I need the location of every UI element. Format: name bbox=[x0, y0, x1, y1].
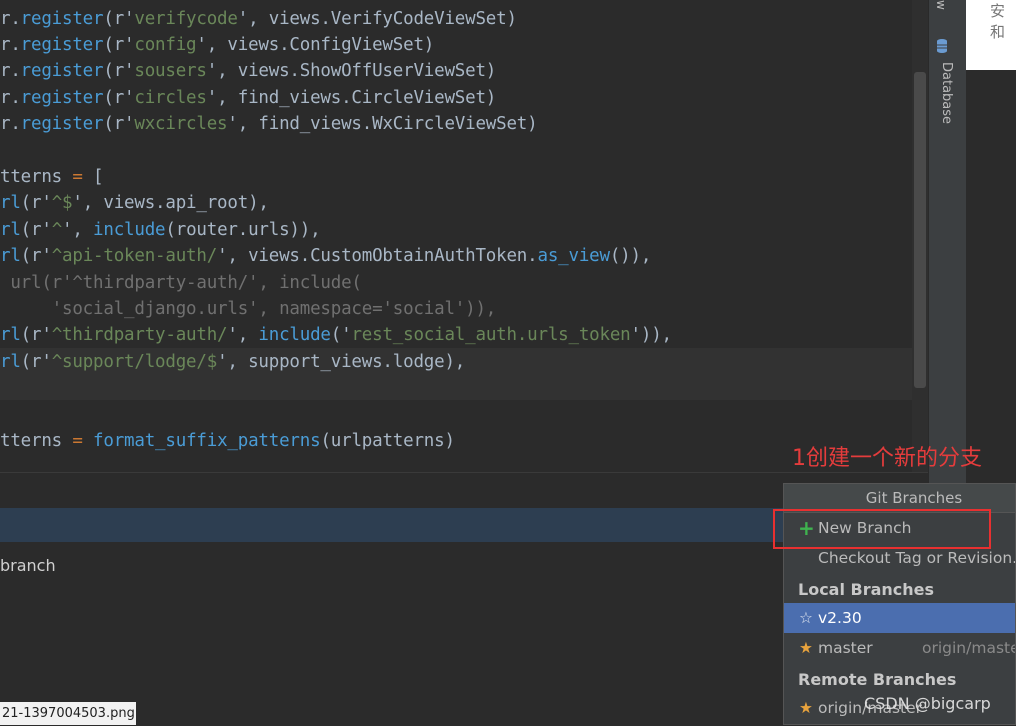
code-token: circles bbox=[134, 88, 207, 108]
code-token: verifycode bbox=[134, 9, 238, 29]
code-token: ^support/lodge/$ bbox=[51, 352, 218, 372]
code-token: (r' bbox=[20, 193, 52, 213]
code-line: url(r'^thirdparty-auth/', include( bbox=[0, 270, 362, 296]
code-token: url(r'^thirdparty-auth/', include( bbox=[0, 273, 362, 293]
code-line: rl(r'^thirdparty-auth/', include('rest_s… bbox=[0, 322, 672, 348]
code-token: (r' bbox=[103, 9, 135, 29]
external-window-text: 安和 bbox=[990, 2, 1006, 41]
code-token: [ bbox=[82, 167, 104, 187]
code-token: (urlpatterns) bbox=[320, 431, 455, 451]
code-editor[interactable]: r.register(r'verifycode', views.VerifyCo… bbox=[0, 0, 928, 472]
code-token: ', support_views.lodge), bbox=[217, 352, 466, 372]
database-icon bbox=[937, 39, 947, 53]
code-token: ', views.VerifyCodeViewSet) bbox=[237, 9, 517, 29]
code-line: rl(r'^$', views.api_root), bbox=[0, 190, 269, 216]
code-token: tterns bbox=[0, 167, 73, 187]
branch-name: v2.30 bbox=[818, 609, 862, 627]
code-token: register bbox=[20, 35, 104, 55]
star-icon: ★ bbox=[799, 699, 813, 717]
code-token: r. bbox=[0, 61, 21, 81]
code-token: ', bbox=[227, 325, 259, 345]
code-token: rest_social_auth.urls_token bbox=[351, 325, 631, 345]
code-token: 'social_django.urls', namespace='social'… bbox=[0, 299, 497, 319]
branch-item-v2-30[interactable]: ☆ v2.30 bbox=[784, 603, 1015, 633]
code-token: r. bbox=[0, 114, 21, 134]
code-token: (r' bbox=[20, 352, 52, 372]
code-token: (r' bbox=[103, 61, 135, 81]
code-token: rl bbox=[0, 246, 21, 266]
code-token: (r' bbox=[20, 246, 52, 266]
code-token: ', find_views.CircleViewSet) bbox=[206, 88, 497, 108]
code-line: r.register(r'wxcircles', find_views.WxCi… bbox=[0, 111, 538, 137]
remote-branches-header: Remote Branches bbox=[798, 670, 957, 689]
code-token: ^thirdparty-auth/ bbox=[51, 325, 228, 345]
star-outline-icon: ☆ bbox=[799, 609, 813, 627]
status-filename: 21-1397004503.png bbox=[0, 702, 136, 725]
database-tab[interactable]: Database bbox=[930, 62, 954, 142]
code-token: r. bbox=[0, 35, 21, 55]
code-token: ')), bbox=[630, 325, 673, 345]
code-token: include bbox=[93, 220, 166, 240]
code-token: ()), bbox=[609, 246, 652, 266]
local-branches-header: Local Branches bbox=[798, 580, 935, 599]
code-token: rl bbox=[0, 193, 21, 213]
watermark: CSDN @bigcarp bbox=[864, 694, 991, 713]
code-token: register bbox=[20, 9, 104, 29]
code-token: register bbox=[20, 61, 104, 81]
branch-text: branch bbox=[0, 556, 56, 575]
code-token: ', views.CustomObtainAuthToken. bbox=[217, 246, 538, 266]
code-token: (router.urls)), bbox=[165, 220, 321, 240]
code-token: (r' bbox=[103, 88, 135, 108]
code-token: rl bbox=[0, 352, 21, 372]
star-icon: ★ bbox=[799, 639, 813, 657]
code-token: (r' bbox=[103, 114, 135, 134]
code-token: = bbox=[72, 167, 83, 187]
code-token: ', views.api_root), bbox=[72, 193, 269, 213]
code-token: ', find_views.WxCircleViewSet) bbox=[227, 114, 538, 134]
code-token: ^$ bbox=[51, 193, 73, 213]
code-token: ^ bbox=[51, 220, 63, 240]
code-token: (' bbox=[330, 325, 352, 345]
code-token: = bbox=[72, 431, 83, 451]
code-token: sousers bbox=[134, 61, 207, 81]
code-token: rl bbox=[0, 325, 21, 345]
code-line: r.register(r'sousers', views.ShowOffUser… bbox=[0, 58, 496, 84]
branch-tracking: origin/master bbox=[922, 639, 1016, 657]
annotation-highlight-box bbox=[773, 509, 991, 549]
tool-window-label[interactable]: w bbox=[934, 0, 948, 10]
code-line: tterns = format_suffix_patterns(urlpatte… bbox=[0, 428, 455, 454]
code-line: 'social_django.urls', namespace='social'… bbox=[0, 296, 497, 322]
code-token: config bbox=[134, 35, 197, 55]
code-token: r. bbox=[0, 9, 21, 29]
code-token: ', views.ShowOffUserViewSet) bbox=[206, 61, 497, 81]
code-line: rl(r'^', include(router.urls)), bbox=[0, 217, 321, 243]
code-token: rl bbox=[0, 220, 21, 240]
code-token: register bbox=[20, 114, 104, 134]
code-line: r.register(r'circles', find_views.Circle… bbox=[0, 85, 496, 111]
code-token: ', views.ConfigViewSet) bbox=[196, 35, 435, 55]
branch-item-master[interactable]: ★ master origin/master bbox=[784, 633, 1016, 663]
code-token: (r' bbox=[20, 325, 52, 345]
code-line: r.register(r'verifycode', views.VerifyCo… bbox=[0, 6, 517, 32]
editor-scrollbar[interactable] bbox=[914, 72, 926, 388]
branch-name: master bbox=[818, 639, 873, 657]
code-token: ', bbox=[62, 220, 94, 240]
code-token: as_view bbox=[537, 246, 610, 266]
code-token: format_suffix_patterns bbox=[93, 431, 321, 451]
code-line: rl(r'^support/lodge/$', support_views.lo… bbox=[0, 349, 465, 375]
annotation-label: 1创建一个新的分支 bbox=[792, 446, 982, 471]
code-token: include bbox=[258, 325, 331, 345]
code-token: (r' bbox=[20, 220, 52, 240]
code-token: wxcircles bbox=[134, 114, 228, 134]
code-line: tterns = [ bbox=[0, 164, 104, 190]
code-token: ^api-token-auth/ bbox=[51, 246, 218, 266]
code-line: r.register(r'config', views.ConfigViewSe… bbox=[0, 32, 434, 58]
code-token: register bbox=[20, 88, 104, 108]
code-token: (r' bbox=[103, 35, 135, 55]
code-token: tterns bbox=[0, 431, 73, 451]
code-line: rl(r'^api-token-auth/', views.CustomObta… bbox=[0, 243, 651, 269]
code-token: r. bbox=[0, 88, 21, 108]
